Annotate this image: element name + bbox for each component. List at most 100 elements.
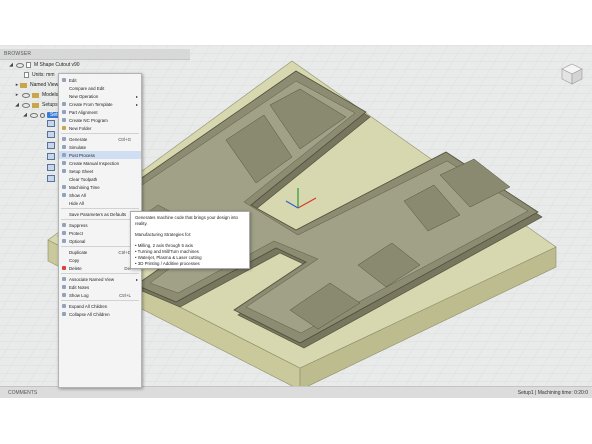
menu-item-new-folder[interactable]: New Folder: [59, 124, 141, 132]
operation-icon[interactable]: [47, 175, 55, 182]
blank-icon: [62, 212, 66, 216]
folder-icon: [32, 92, 39, 98]
setup-sheet-icon: [62, 169, 66, 173]
browser-title: BROWSER: [4, 51, 32, 57]
menu-item-hide-all[interactable]: Hide All: [59, 199, 141, 207]
collapse-icon: [62, 312, 66, 316]
protect-icon: [62, 231, 66, 235]
menu-item-protect[interactable]: Protect: [59, 229, 141, 237]
operation-icon[interactable]: [47, 142, 55, 149]
submenu-arrow-icon: ▸: [135, 101, 138, 107]
post-process-icon: [62, 153, 66, 157]
submenu-arrow-icon: ▸: [135, 276, 138, 282]
blank-icon: [62, 86, 66, 90]
alignment-icon: [62, 110, 66, 114]
delete-icon: [62, 266, 66, 270]
tooltip-bullet: • 3D Printing / Additive processes: [135, 261, 200, 266]
menu-item-compare-and-edit[interactable]: Compare and Edit: [59, 84, 141, 92]
visibility-eye-icon[interactable]: [16, 62, 24, 68]
menu-item-create-manual-inspection[interactable]: Create Manual Inspection: [59, 159, 141, 167]
blank-icon: [62, 94, 66, 98]
menu-item-show-all[interactable]: Show All: [59, 191, 141, 199]
tooltip-line-1: Generates machine code that brings your …: [135, 215, 238, 220]
collapse-triangle-icon[interactable]: ◢: [8, 62, 14, 68]
menu-item-new-operation[interactable]: New Operation ▸: [59, 92, 141, 100]
notes-icon: [62, 285, 66, 289]
operation-icon[interactable]: [47, 164, 55, 171]
blank-icon: [62, 258, 66, 262]
clock-icon: [62, 185, 66, 189]
visibility-eye-icon[interactable]: [30, 112, 38, 118]
menu-item-associate-named-view[interactable]: Associate Named View ▸: [59, 275, 141, 283]
units-label: Units: mm: [32, 72, 55, 78]
blank-icon: [62, 250, 66, 254]
operation-icon[interactable]: [47, 120, 55, 127]
browser-header: BROWSER: [0, 49, 190, 60]
menu-item-generate[interactable]: Generate Ctrl+G: [59, 135, 141, 143]
menu-item-delete[interactable]: Delete Del: [59, 264, 141, 272]
menu-item-simulate[interactable]: Simulate: [59, 143, 141, 151]
simulate-icon: [62, 145, 66, 149]
menu-item-machining-time[interactable]: Machining Time: [59, 183, 141, 191]
named-views-label: Named Views: [30, 82, 61, 88]
inspection-icon: [62, 161, 66, 165]
expand-triangle-icon[interactable]: ▸: [14, 92, 20, 98]
collapse-triangle-icon[interactable]: ◢: [22, 112, 28, 118]
generate-icon: [62, 137, 66, 141]
optional-icon: [62, 239, 66, 243]
menu-item-collapse-all-children[interactable]: Collapse All Children: [59, 310, 141, 318]
menu-item-post-process[interactable]: Post Process: [59, 151, 141, 159]
shortcut-generate: Ctrl+G: [118, 136, 131, 142]
collapse-triangle-icon[interactable]: ◢: [14, 102, 20, 108]
models-label: Models: [42, 92, 59, 98]
shortcut-show-log: Ctrl+L: [119, 292, 131, 298]
tree-document[interactable]: ◢ M Shape Cutout v90: [0, 60, 190, 70]
view-cube[interactable]: [560, 62, 584, 86]
menu-item-setup-sheet[interactable]: Setup Sheet: [59, 167, 141, 175]
menu-item-edit[interactable]: Edit: [59, 76, 141, 84]
menu-separator: [61, 133, 139, 134]
menu-item-copy[interactable]: Copy: [59, 256, 141, 264]
folder-icon: [20, 82, 27, 88]
operation-icon[interactable]: [47, 153, 55, 160]
menu-item-clear-toolpath[interactable]: Clear Toolpath: [59, 175, 141, 183]
menu-item-expand-all-children[interactable]: Expand All Children: [59, 302, 141, 310]
menu-separator: [61, 219, 139, 220]
post-process-tooltip: Generates machine code that brings your …: [130, 211, 250, 269]
log-icon: [62, 293, 66, 297]
machining-status: Setup1 | Machining time: 0:20:0: [517, 390, 588, 396]
template-icon: [62, 102, 66, 106]
menu-item-part-alignment[interactable]: Part Alignment: [59, 108, 141, 116]
menu-item-edit-notes[interactable]: Edit Notes: [59, 283, 141, 291]
menu-item-create-nc-program[interactable]: Create NC Program: [59, 116, 141, 124]
folder-icon: [62, 126, 66, 130]
menu-item-optional[interactable]: Optional: [59, 237, 141, 245]
menu-item-show-log[interactable]: Show Log Ctrl+L: [59, 291, 141, 299]
blank-icon: [62, 201, 66, 205]
nc-program-icon: [62, 118, 66, 122]
expand-icon: [62, 304, 66, 308]
document-name: M Shape Cutout v90: [34, 62, 80, 68]
setups-label: Setups: [42, 102, 58, 108]
visibility-eye-icon[interactable]: [22, 92, 30, 98]
suppress-icon: [62, 223, 66, 227]
operation-icon[interactable]: [47, 131, 55, 138]
folder-icon: [32, 102, 39, 108]
menu-separator: [61, 208, 139, 209]
menu-separator: [61, 246, 139, 247]
menu-separator: [61, 300, 139, 301]
named-view-icon: [62, 277, 66, 281]
setup-icon: [40, 112, 45, 118]
comments-label[interactable]: COMMENTS: [8, 390, 37, 396]
menu-separator: [61, 273, 139, 274]
menu-item-suppress[interactable]: Suppress: [59, 221, 141, 229]
menu-item-save-parameters[interactable]: Save Parameters as Defaults: [59, 210, 141, 218]
blank-icon: [62, 177, 66, 181]
menu-item-create-from-template[interactable]: Create From Template ▸: [59, 100, 141, 108]
units-icon: [24, 72, 29, 78]
menu-item-duplicate[interactable]: Duplicate Ctrl+D: [59, 248, 141, 256]
submenu-arrow-icon: ▸: [135, 93, 138, 99]
edit-icon: [62, 78, 66, 82]
visibility-eye-icon[interactable]: [22, 102, 30, 108]
eye-icon: [62, 193, 66, 197]
